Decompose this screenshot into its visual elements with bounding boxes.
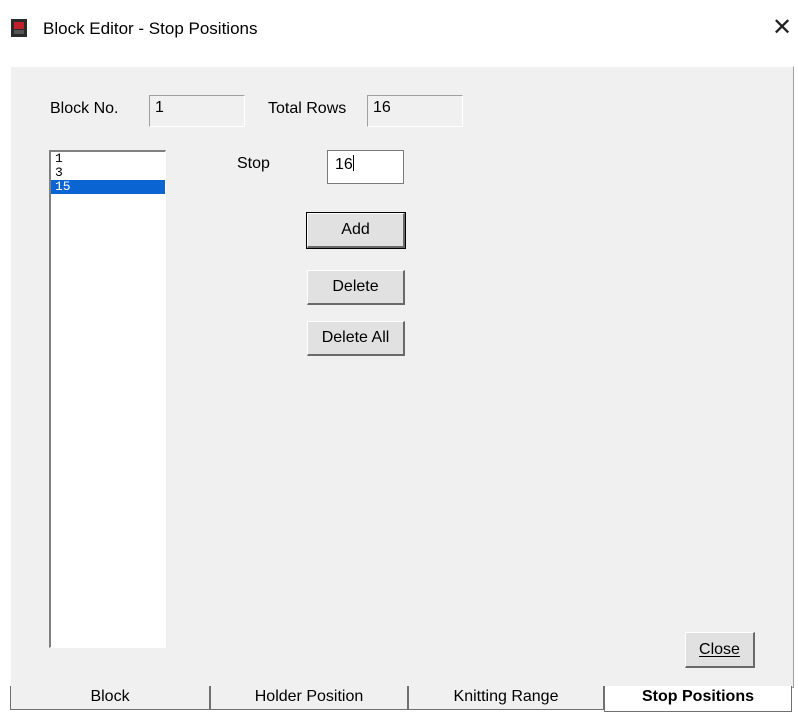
dialog-panel: Block No. 1 Total Rows 16 1 3 15 Stop 16… — [10, 66, 794, 688]
block-no-field: 1 — [149, 95, 245, 127]
stop-positions-list[interactable]: 1 3 15 — [49, 150, 166, 648]
tab-stop-positions[interactable]: Stop Positions — [604, 686, 792, 712]
tab-strip: Block Holder Position Knitting Range Sto… — [10, 686, 792, 713]
app-icon — [11, 19, 27, 37]
tab-holder-position[interactable]: Holder Position — [210, 686, 408, 710]
close-window-icon[interactable]: ✕ — [768, 14, 796, 42]
delete-all-button[interactable]: Delete All — [307, 321, 405, 356]
tab-block[interactable]: Block — [10, 686, 210, 710]
stop-input-value: 16 — [335, 156, 353, 173]
text-caret — [352, 155, 354, 171]
block-no-label: Block No. — [50, 100, 119, 117]
delete-button[interactable]: Delete — [307, 270, 405, 305]
list-item[interactable]: 1 — [51, 152, 165, 166]
stop-input[interactable]: 16 — [327, 150, 404, 184]
close-button[interactable]: Close — [685, 632, 755, 668]
window-title: Block Editor - Stop Positions — [43, 19, 258, 38]
title-bar: Block Editor - Stop Positions ✕ — [0, 0, 798, 58]
total-rows-field: 16 — [367, 95, 463, 127]
stop-label: Stop — [237, 155, 270, 172]
total-rows-label: Total Rows — [268, 100, 347, 117]
add-button[interactable]: Add — [306, 212, 406, 249]
list-item-selected[interactable]: 15 — [51, 180, 165, 194]
list-item[interactable]: 3 — [51, 166, 165, 180]
tab-knitting-range[interactable]: Knitting Range — [408, 686, 604, 710]
